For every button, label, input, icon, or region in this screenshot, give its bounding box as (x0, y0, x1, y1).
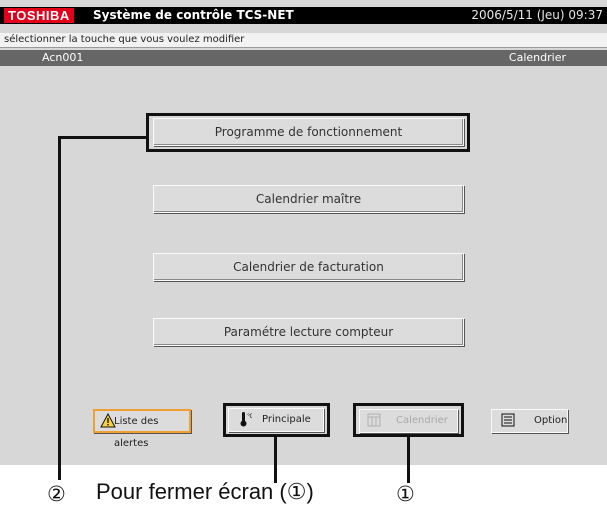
alert-list-label: Liste des alertes (114, 416, 159, 449)
calendar-icon (367, 413, 381, 427)
calendar-label: Calendrier (396, 415, 448, 426)
app-title: Système de contrôle TCS-NET (93, 8, 294, 22)
billing-calendar-button[interactable]: Calendrier de facturation (153, 253, 464, 281)
list-icon (501, 413, 515, 427)
breadcrumb-device: Acn001 (42, 51, 84, 64)
calendar-button[interactable]: Calendrier (359, 409, 458, 433)
option-button[interactable]: Option (491, 409, 568, 433)
annotation-caption: Pour fermer écran (①) (96, 479, 314, 504)
annotation-marker-1: ① (396, 482, 415, 506)
thermometer-icon: ℃ (240, 412, 252, 427)
breadcrumb-screen: Calendrier (508, 51, 566, 64)
datetime-display: 2006/5/11 (Jeu) 09:37 (471, 8, 603, 22)
svg-text:℃: ℃ (247, 413, 252, 420)
app-screen: TOSHIBA Système de contrôle TCS-NET 2006… (0, 0, 607, 465)
main-label: Principale (262, 414, 311, 425)
operation-program-button[interactable]: Programme de fonctionnement (153, 118, 464, 146)
toshiba-logo: TOSHIBA (4, 8, 74, 23)
leader-line (58, 136, 61, 480)
leader-line (407, 436, 410, 483)
title-bar: TOSHIBA Système de contrôle TCS-NET 2006… (0, 7, 607, 24)
leader-line (58, 136, 146, 139)
instruction-text: sélectionner la touche que vous voulez m… (4, 34, 245, 45)
alert-list-button[interactable]: Liste des alertes (93, 409, 191, 449)
meter-reading-settings-button[interactable]: Paramétre lecture compteur (153, 318, 464, 346)
main-button[interactable]: ℃ Principale (228, 408, 324, 432)
breadcrumb: Acn001 Calendrier (0, 50, 607, 66)
leader-line (274, 436, 277, 483)
master-calendar-button[interactable]: Calendrier maître (153, 185, 464, 213)
instruction-bar: sélectionner la touche que vous voulez m… (0, 33, 607, 48)
option-label: Option (534, 415, 568, 426)
annotation-marker-2: ② (47, 482, 66, 506)
